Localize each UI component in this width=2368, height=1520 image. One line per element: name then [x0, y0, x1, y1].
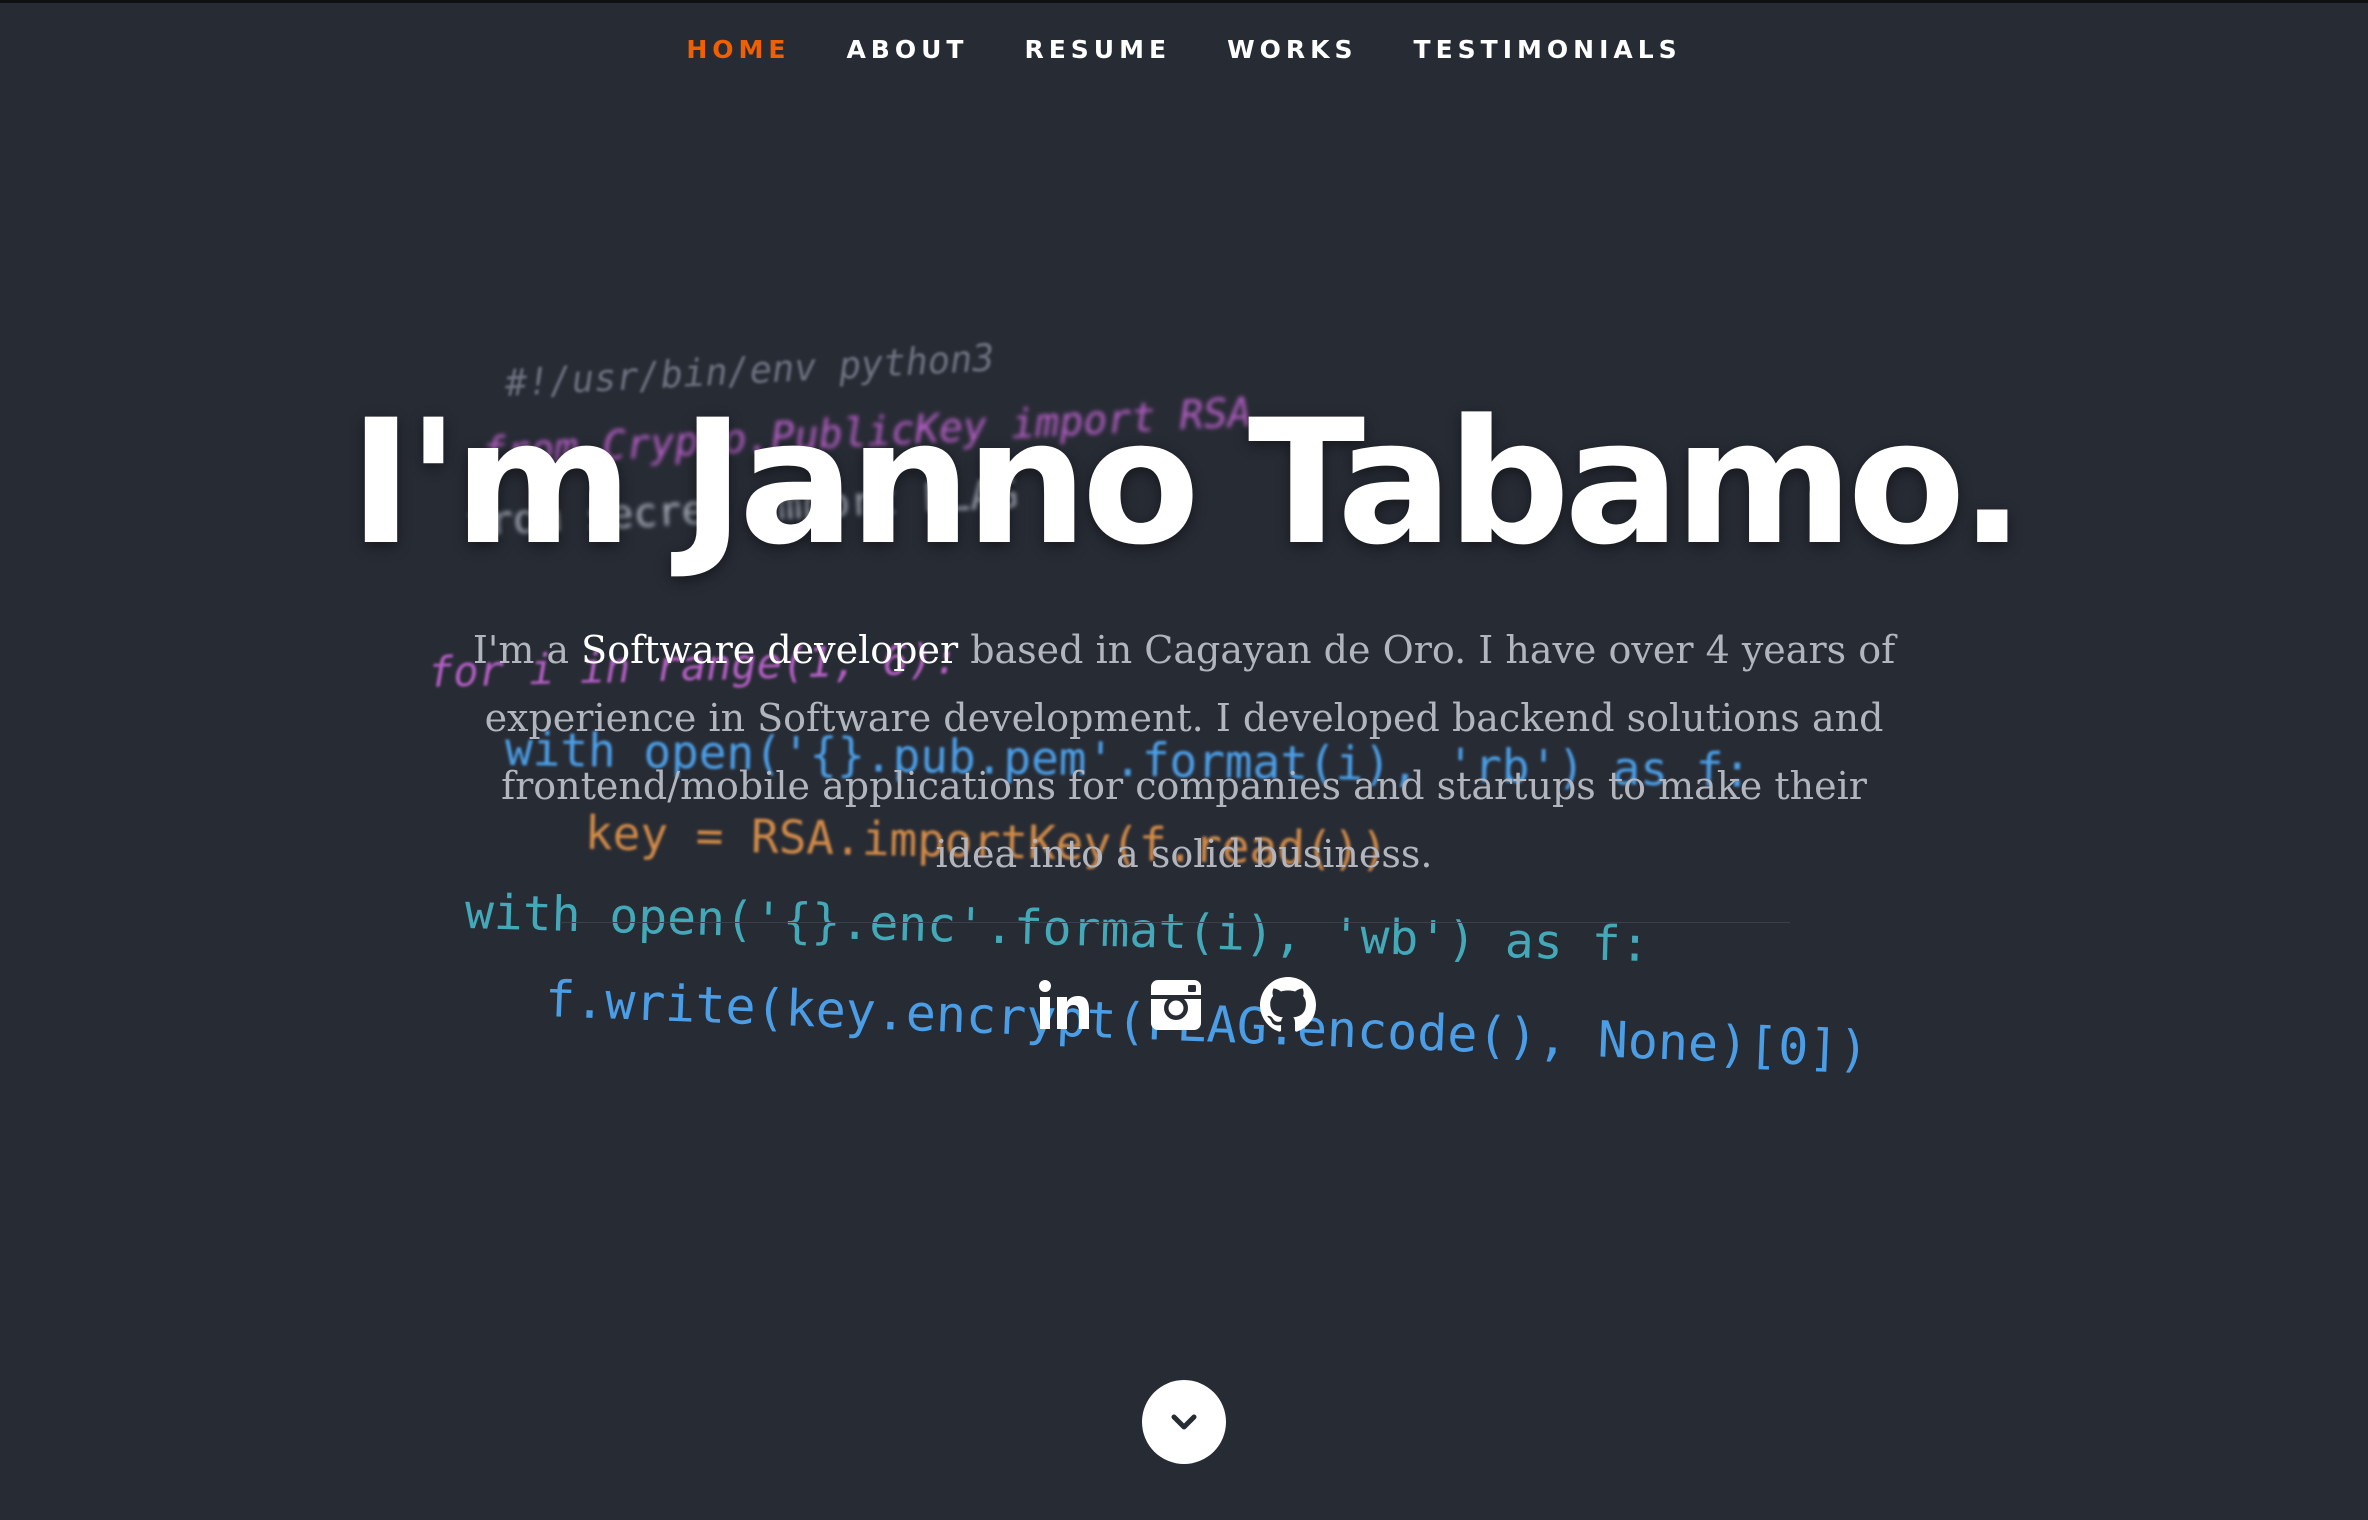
nav-testimonials[interactable]: TESTIMONIALS: [1412, 30, 1684, 70]
top-border: [0, 0, 2368, 3]
main-nav: HOME ABOUT RESUME WORKS TESTIMONIALS: [0, 30, 2368, 70]
hero-headline: I'm Janno Tabamo.: [349, 382, 2025, 583]
intro-highlight: Software developer: [581, 628, 959, 672]
code-line-7-text: with open('{}.enc'.format(i), 'wb') as f…: [464, 884, 1651, 974]
github-icon[interactable]: [1258, 975, 1318, 1035]
linkedin-icon[interactable]: [1034, 975, 1094, 1035]
code-line-7: with open('{}.enc'.format(i), 'wb') as f…: [464, 884, 1650, 973]
scroll-down-button[interactable]: [1142, 1380, 1226, 1464]
nav-home[interactable]: HOME: [684, 30, 792, 70]
chevron-down-icon: [1171, 1414, 1197, 1430]
hero-divider: [560, 922, 1790, 923]
nav-works[interactable]: WORKS: [1225, 30, 1359, 70]
nav-about[interactable]: ABOUT: [844, 30, 970, 70]
social-links: [1034, 975, 1318, 1035]
hero-intro: I'm a Software developer based in Cagaya…: [470, 616, 1898, 888]
intro-prefix: I'm a: [472, 628, 582, 672]
instagram-icon[interactable]: [1146, 975, 1206, 1035]
nav-resume[interactable]: RESUME: [1022, 30, 1173, 70]
